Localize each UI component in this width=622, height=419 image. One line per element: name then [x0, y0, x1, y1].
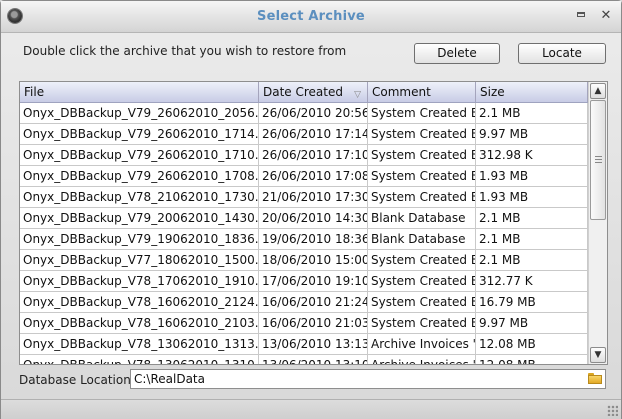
scroll-down-icon[interactable]: ▼: [590, 347, 606, 363]
cell-size: 9.97 MB: [476, 313, 588, 333]
scroll-up-icon[interactable]: ▲: [590, 83, 606, 99]
table-row[interactable]: Onyx_DBBackup_V78_13062010_1313.zip 13/06…: [20, 334, 588, 355]
cell-size: 9.97 MB: [476, 124, 588, 144]
cell-file: Onyx_DBBackup_V79_19062010_1836.zip: [20, 229, 259, 249]
grid-header: File Date Created ▽ Comment Size: [20, 82, 588, 103]
cell-comment: Archive Invoices '1: [368, 334, 476, 354]
cell-size: 12.08 MB: [476, 355, 588, 364]
table-row[interactable]: Onyx_DBBackup_V79_26062010_1708.zip 26/06…: [20, 166, 588, 187]
database-location-label: Database Location: [19, 373, 131, 387]
close-icon[interactable]: ✕: [599, 9, 613, 23]
status-bar: [1, 399, 621, 419]
grid-rows: Onyx_DBBackup_V79_26062010_2056.zip 26/06…: [20, 103, 588, 364]
cell-comment: System Created Backup: [368, 145, 476, 165]
table-row[interactable]: Onyx_DBBackup_V78_16062010_2103.zip 16/06…: [20, 313, 588, 334]
cell-size: 16.79 MB: [476, 292, 588, 312]
cell-file: Onyx_DBBackup_V78_17062010_1910.zip: [20, 271, 259, 291]
table-row[interactable]: Onyx_DBBackup_V79_20062010_1430.zip 20/06…: [20, 208, 588, 229]
window-title: Select Archive: [257, 9, 365, 24]
cell-file: Onyx_DBBackup_V78_16062010_2103.zip: [20, 313, 259, 333]
cell-comment: System Created Backup: [368, 166, 476, 186]
cell-size: 1.93 MB: [476, 166, 588, 186]
cell-size: 2.1 MB: [476, 250, 588, 270]
table-row[interactable]: Onyx_DBBackup_V79_26062010_1710.zip 26/06…: [20, 145, 588, 166]
cell-date-created: 21/06/2010 17:30: [259, 187, 368, 207]
cell-date-created: 13/06/2010 13:10: [259, 355, 368, 364]
cell-size: 312.77 K: [476, 271, 588, 291]
cell-comment: Blank Database: [368, 229, 476, 249]
instruction-text: Double click the archive that you wish t…: [23, 44, 347, 58]
cell-comment: Blank Database: [368, 208, 476, 228]
column-header-date-created[interactable]: Date Created ▽: [259, 82, 368, 102]
cell-size: 2.1 MB: [476, 229, 588, 249]
cell-file: Onyx_DBBackup_V78_21062010_1730.zip: [20, 187, 259, 207]
database-location-value: C:\RealData: [134, 372, 205, 386]
select-archive-window: Select Archive ✕ Double click the archiv…: [0, 0, 622, 419]
cell-comment: System Created Backup: [368, 124, 476, 144]
cell-file: Onyx_DBBackup_V79_26062010_1710.zip: [20, 145, 259, 165]
cell-size: 312.98 K: [476, 145, 588, 165]
scroll-thumb[interactable]: [590, 100, 606, 220]
table-row[interactable]: Onyx_DBBackup_V78_16062010_2124.zip 16/06…: [20, 292, 588, 313]
cell-file: Onyx_DBBackup_V79_26062010_2056.zip: [20, 103, 259, 123]
cell-comment: Archive Invoices '1: [368, 355, 476, 364]
column-header-size[interactable]: Size: [476, 82, 588, 102]
table-row[interactable]: Onyx_DBBackup_V77_18062010_1500.zip 18/06…: [20, 250, 588, 271]
delete-button[interactable]: Delete: [414, 43, 500, 64]
cell-file: Onyx_DBBackup_V79_26062010_1708.zip: [20, 166, 259, 186]
column-header-date-created-label: Date Created: [263, 85, 343, 99]
cell-date-created: 16/06/2010 21:03: [259, 313, 368, 333]
table-row[interactable]: Onyx_DBBackup_V79_19062010_1836.zip 19/06…: [20, 229, 588, 250]
locate-button[interactable]: Locate: [518, 43, 606, 64]
resize-grip-icon[interactable]: [607, 405, 618, 416]
cell-date-created: 20/06/2010 14:30: [259, 208, 368, 228]
column-header-file[interactable]: File: [20, 82, 259, 102]
database-location-field[interactable]: C:\RealData: [130, 369, 606, 389]
cell-file: Onyx_DBBackup_V77_18062010_1500.zip: [20, 250, 259, 270]
cell-file: Onyx_DBBackup_V78_16062010_2124.zip: [20, 292, 259, 312]
minimize-icon[interactable]: [574, 9, 588, 23]
cell-date-created: 26/06/2010 17:10: [259, 145, 368, 165]
column-header-comment[interactable]: Comment: [368, 82, 476, 102]
sort-descending-icon: ▽: [354, 90, 361, 100]
cell-size: 1.93 MB: [476, 187, 588, 207]
cell-date-created: 18/06/2010 15:00: [259, 250, 368, 270]
cell-comment: System Created Backup: [368, 271, 476, 291]
cell-size: 2.1 MB: [476, 103, 588, 123]
table-row[interactable]: Onyx_DBBackup_V79_26062010_2056.zip 26/06…: [20, 103, 588, 124]
cell-size: 2.1 MB: [476, 208, 588, 228]
cell-comment: System Created Backup: [368, 313, 476, 333]
cell-comment: System Created Backup: [368, 292, 476, 312]
cell-date-created: 13/06/2010 13:13: [259, 334, 368, 354]
cell-file: Onyx_DBBackup_V78_13062010_1310.zip: [20, 355, 259, 364]
cell-comment: System Created Backup: [368, 250, 476, 270]
cell-size: 12.08 MB: [476, 334, 588, 354]
archive-grid[interactable]: File Date Created ▽ Comment Size Onyx_DB…: [19, 81, 608, 365]
cell-date-created: 17/06/2010 19:10: [259, 271, 368, 291]
grip-icon: [595, 156, 602, 163]
vertical-scrollbar[interactable]: ▲ ▼: [588, 82, 607, 364]
cell-date-created: 26/06/2010 17:08: [259, 166, 368, 186]
cell-file: Onyx_DBBackup_V79_26062010_1714.zip: [20, 124, 259, 144]
table-row[interactable]: Onyx_DBBackup_V78_21062010_1730.zip 21/06…: [20, 187, 588, 208]
cell-date-created: 26/06/2010 17:14: [259, 124, 368, 144]
folder-icon[interactable]: [588, 373, 602, 384]
cell-date-created: 26/06/2010 20:56: [259, 103, 368, 123]
table-row[interactable]: Onyx_DBBackup_V79_26062010_1714.zip 26/06…: [20, 124, 588, 145]
cell-file: Onyx_DBBackup_V78_13062010_1313.zip: [20, 334, 259, 354]
cell-date-created: 16/06/2010 21:24: [259, 292, 368, 312]
table-row[interactable]: Onyx_DBBackup_V78_17062010_1910.zip 17/06…: [20, 271, 588, 292]
title-bar[interactable]: Select Archive ✕: [1, 1, 621, 33]
table-row[interactable]: Onyx_DBBackup_V78_13062010_1310.zip13/06…: [20, 355, 588, 364]
cell-comment: System Created Backup: [368, 187, 476, 207]
cell-file: Onyx_DBBackup_V79_20062010_1430.zip: [20, 208, 259, 228]
cell-comment: System Created Backup: [368, 103, 476, 123]
cell-date-created: 19/06/2010 18:36: [259, 229, 368, 249]
